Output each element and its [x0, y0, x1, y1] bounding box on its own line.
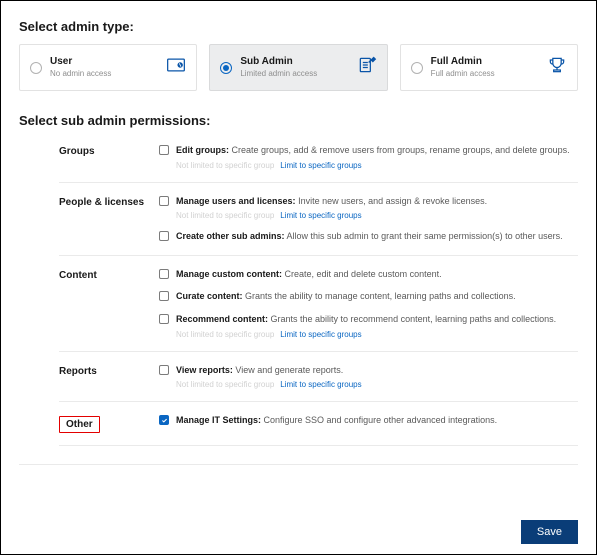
limit-status: Not limited to specific group: [176, 211, 274, 220]
divider: [59, 401, 578, 402]
limit-link[interactable]: Limit to specific groups: [280, 380, 361, 389]
perm-manage-users: Manage users and licenses: Invite new us…: [176, 195, 578, 208]
radio-unselected-icon: [411, 62, 423, 74]
limit-link[interactable]: Limit to specific groups: [280, 211, 361, 220]
section-label-other-highlighted: Other: [59, 416, 100, 433]
perm-manage-it: Manage IT Settings: Configure SSO and co…: [176, 414, 578, 427]
divider: [59, 255, 578, 256]
perm-edit-groups: Edit groups: Create groups, add & remove…: [176, 144, 578, 157]
card-sub: Limited admin access: [240, 69, 317, 79]
admin-type-sub-admin-card[interactable]: Sub Admin Limited admin access: [209, 44, 387, 91]
section-label-content: Content: [59, 268, 159, 281]
section-label-reports: Reports: [59, 364, 159, 377]
limit-status: Not limited to specific group: [176, 380, 274, 389]
perm-recommend: Recommend content: Grants the ability to…: [176, 313, 578, 326]
checkbox-create-sub-admins[interactable]: [159, 231, 169, 241]
perm-manage-custom: Manage custom content: Create, edit and …: [176, 268, 578, 281]
divider: [59, 351, 578, 352]
admin-type-user-card[interactable]: User No admin access: [19, 44, 197, 91]
card-title: Sub Admin: [240, 56, 317, 69]
divider: [59, 445, 578, 446]
limit-link[interactable]: Limit to specific groups: [280, 330, 361, 339]
limit-status: Not limited to specific group: [176, 330, 274, 339]
checkbox-view-reports[interactable]: [159, 365, 169, 375]
card-sub: Full admin access: [431, 69, 495, 79]
perm-view-reports: View reports: View and generate reports.: [176, 364, 578, 377]
checkbox-edit-groups[interactable]: [159, 145, 169, 155]
section-label-groups: Groups: [59, 144, 159, 157]
admin-type-full-admin-card[interactable]: Full Admin Full admin access: [400, 44, 578, 91]
perm-curate: Curate content: Grants the ability to ma…: [176, 290, 578, 303]
footer-divider: [19, 464, 578, 465]
checkbox-manage-users[interactable]: [159, 196, 169, 206]
checkbox-manage-custom-content[interactable]: [159, 269, 169, 279]
notepad-icon: [357, 55, 377, 80]
radio-selected-icon: [220, 62, 232, 74]
divider: [59, 182, 578, 183]
checkbox-recommend-content[interactable]: [159, 314, 169, 324]
radio-unselected-icon: [30, 62, 42, 74]
user-card-icon: [166, 55, 186, 80]
limit-status: Not limited to specific group: [176, 161, 274, 170]
card-title: User: [50, 56, 111, 69]
checkbox-curate-content[interactable]: [159, 291, 169, 301]
checkbox-manage-it-settings[interactable]: [159, 415, 169, 425]
limit-link[interactable]: Limit to specific groups: [280, 161, 361, 170]
card-sub: No admin access: [50, 69, 111, 79]
section-label-people: People & licenses: [59, 195, 159, 208]
perm-create-sub-admins: Create other sub admins: Allow this sub …: [176, 230, 578, 243]
save-button[interactable]: Save: [521, 520, 578, 544]
card-title: Full Admin: [431, 56, 495, 69]
select-permissions-title: Select sub admin permissions:: [19, 113, 578, 128]
trophy-icon: [547, 55, 567, 80]
select-admin-type-title: Select admin type:: [19, 19, 578, 34]
